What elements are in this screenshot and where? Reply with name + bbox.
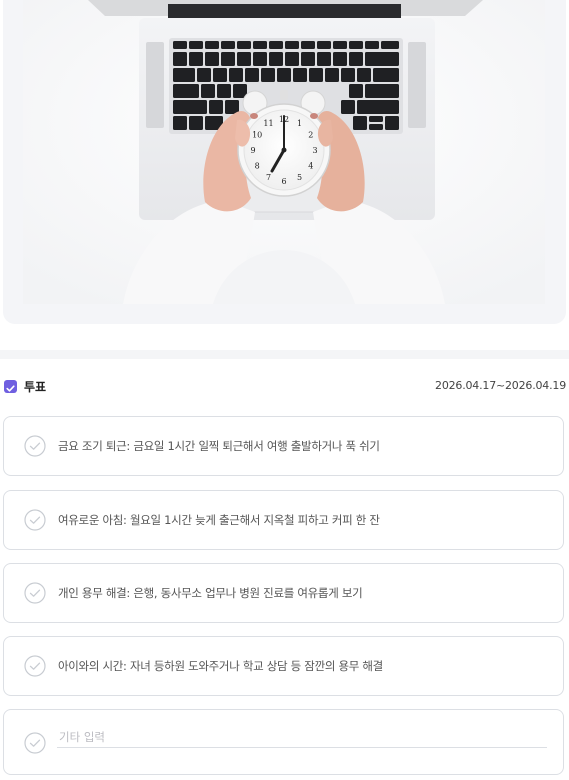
vote-header: 투표 2026.04.17~2026.04.19 xyxy=(4,377,566,397)
clock-numeral: 8 xyxy=(255,162,260,171)
other-option-input[interactable] xyxy=(57,726,547,748)
clock-numeral: 1 xyxy=(297,119,302,128)
vote-option-label: 여유로운 아침: 월요일 1시간 늦게 출근해서 지옥철 피하고 커피 한 잔 xyxy=(58,513,380,527)
vote-title: 투표 xyxy=(24,380,47,394)
check-circle-icon xyxy=(24,582,46,604)
clock-numeral: 5 xyxy=(297,173,302,182)
vote-option-label: 금요 조기 퇴근: 금요일 1시간 일찍 퇴근해서 여행 출발하거나 푹 쉬기 xyxy=(58,439,380,453)
vote-option-2[interactable]: 여유로운 아침: 월요일 1시간 늦게 출근해서 지옥철 피하고 커피 한 잔 xyxy=(3,490,564,550)
vote-option-4[interactable]: 아이와의 시간: 자녀 등하원 도와주거나 학교 상담 등 잠깐의 용무 해결 xyxy=(3,636,564,696)
check-circle-icon xyxy=(24,732,46,754)
clock-numeral: 7 xyxy=(266,173,271,182)
clock-numeral: 4 xyxy=(308,162,313,171)
clock-numeral: 10 xyxy=(252,131,262,140)
clock-numeral: 6 xyxy=(281,177,286,186)
clock-numeral: 9 xyxy=(250,146,255,155)
vote-checkbox-icon xyxy=(4,380,17,393)
vote-option-3[interactable]: 개인 용무 해결: 은행, 동사무소 업무나 병원 진료를 여유롭게 보기 xyxy=(3,563,564,623)
clock-numeral: 11 xyxy=(263,119,273,128)
vote-period: 2026.04.17~2026.04.19 xyxy=(435,379,566,392)
clock-numeral: 12 xyxy=(279,115,289,124)
check-circle-icon xyxy=(24,435,46,457)
vote-option-1[interactable]: 금요 조기 퇴근: 금요일 1시간 일찍 퇴근해서 여행 출발하거나 푹 쉬기 xyxy=(3,416,564,476)
vote-option-label: 개인 용무 해결: 은행, 동사무소 업무나 병원 진료를 여유롭게 보기 xyxy=(58,586,363,600)
vote-option-label: 아이와의 시간: 자녀 등하원 도와주거나 학교 상담 등 잠깐의 용무 해결 xyxy=(58,659,383,673)
post-photo[interactable]: 12 1 2 3 4 5 6 7 8 9 10 11 xyxy=(23,0,545,304)
vote-option-other[interactable] xyxy=(3,709,564,775)
section-divider xyxy=(0,350,569,359)
check-circle-icon xyxy=(24,509,46,531)
clock-numeral: 2 xyxy=(308,131,313,140)
clock-numeral: 3 xyxy=(312,146,317,155)
check-circle-icon xyxy=(24,655,46,677)
alarm-clock-laptop-illustration: 12 12 3 45 6 789 1011 xyxy=(23,0,545,304)
post-image-card: 12 1 2 3 4 5 6 7 8 9 10 11 xyxy=(3,0,566,324)
